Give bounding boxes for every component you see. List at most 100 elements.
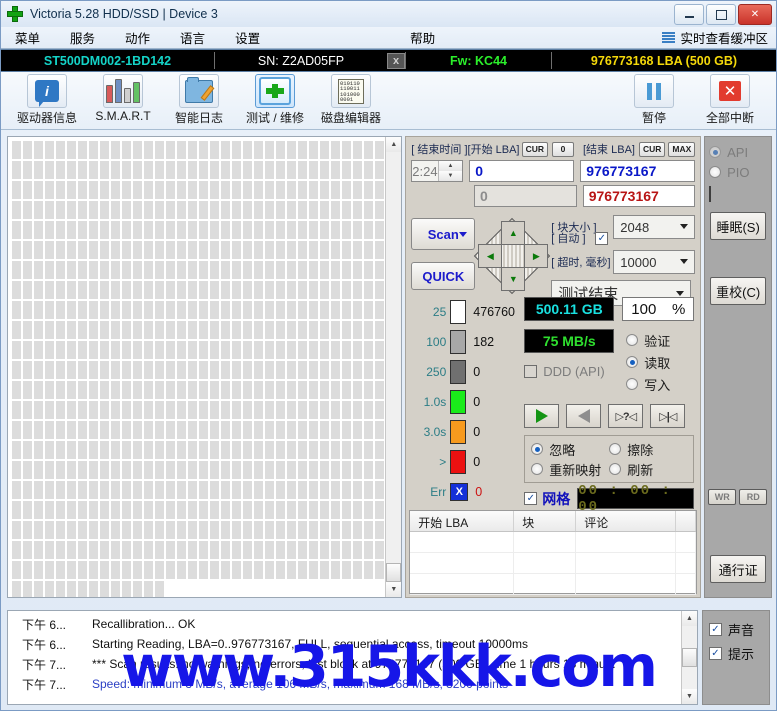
log-vertical-scrollbar[interactable]: ▲ ▼ [681, 611, 697, 704]
hint-checkbox[interactable]: ✓ [709, 646, 722, 660]
rd-button[interactable]: RD [739, 489, 768, 505]
surface-map-grid[interactable] [8, 137, 385, 597]
map-block [309, 441, 318, 459]
menu-help[interactable]: 帮助 [410, 28, 435, 47]
pause-button[interactable]: 暂停 [616, 74, 692, 126]
mode-write-radio[interactable] [626, 378, 639, 390]
surface-map-panel[interactable]: ▲ ▼ [7, 136, 403, 598]
hint-option[interactable]: ✓ 提示 [709, 641, 769, 665]
recalibrate-button[interactable]: 重校(C) [710, 277, 767, 305]
map-block [210, 401, 219, 419]
end-time-spinner[interactable]: 2:24 ▲ ▼ [411, 160, 464, 182]
spin-up-icon[interactable]: ▲ [438, 161, 463, 171]
map-block [133, 241, 142, 259]
pio-option[interactable]: PIO [709, 162, 767, 182]
menu-main[interactable]: 菜单 [15, 28, 40, 47]
direction-pad[interactable]: ▲ ◀ ▶ ▼ [474, 217, 551, 295]
maximize-button[interactable] [706, 4, 736, 25]
dpad-down-button[interactable]: ▼ [501, 267, 526, 291]
scroll-down-icon[interactable]: ▼ [386, 582, 402, 597]
quick-button[interactable]: QUICK [411, 262, 476, 290]
toolbar-disk-editor[interactable]: 010110 110011 101000 0001 磁盘编辑器 [313, 74, 389, 126]
api-option[interactable]: API [709, 142, 767, 162]
table-row[interactable] [410, 532, 697, 553]
action-erase[interactable]: 擦除 [609, 440, 687, 459]
step-query-button[interactable]: ▷?◁ [608, 404, 644, 428]
timeout-select[interactable]: 10000 [613, 250, 696, 274]
table-row[interactable] [410, 553, 697, 574]
spin-down-icon[interactable]: ▼ [438, 171, 463, 181]
action-refresh-radio[interactable] [609, 463, 622, 475]
block-size-select[interactable]: 2048 [613, 215, 696, 239]
toolbar-smart-log[interactable]: 智能日志 [161, 74, 237, 126]
drive-close-button[interactable]: x [387, 52, 405, 69]
log-row[interactable]: 下午 7... *** Scan results: no warnings, no… [8, 654, 681, 674]
stop-all-button[interactable]: ✕ 全部中断 [692, 74, 768, 126]
action-erase-radio[interactable] [609, 443, 622, 455]
skip-end-button[interactable]: ▷|◁ [650, 404, 686, 428]
realtime-buffer-button[interactable]: 实时查看缓冲区 [662, 28, 768, 47]
close-button[interactable]: ✕ [738, 4, 772, 25]
mode-verify-radio[interactable] [626, 334, 639, 346]
log-scroll-up-icon[interactable]: ▲ [682, 611, 697, 626]
play-forward-button[interactable] [524, 404, 560, 428]
log-list[interactable]: 下午 6... Recallibration... OK 下午 6... Starti… [7, 610, 698, 705]
action-ignore-radio[interactable] [531, 443, 544, 455]
table-row[interactable] [410, 574, 697, 595]
end-lba-input[interactable]: 976773167 [580, 160, 696, 182]
minimize-button[interactable] [674, 4, 704, 25]
pio-radio[interactable] [709, 166, 722, 178]
map-block [144, 321, 153, 339]
action-remap-radio[interactable] [531, 463, 544, 475]
log-scroll-thumb[interactable] [682, 648, 697, 667]
api-radio[interactable] [709, 146, 722, 158]
action-ignore[interactable]: 忽略 [531, 440, 609, 459]
passport-button[interactable]: 通行证 [710, 555, 767, 583]
menu-actions[interactable]: 动作 [125, 28, 150, 47]
start-lba-input[interactable]: 0 [469, 160, 575, 182]
sleep-button[interactable]: 睡眠(S) [710, 212, 767, 240]
mode-read-radio[interactable] [626, 356, 639, 368]
dpad-right-button[interactable]: ▶ [524, 244, 549, 268]
play-backward-button[interactable] [566, 404, 602, 428]
log-row[interactable]: 下午 6... Starting Reading, LBA=0..97677316… [8, 634, 681, 654]
auto-checkbox[interactable]: ✓ [595, 231, 609, 245]
action-remap[interactable]: 重新映射 [531, 460, 609, 479]
ddd-checkbox[interactable] [524, 365, 538, 378]
end-lba-max-button[interactable]: MAX [668, 141, 696, 157]
defect-table[interactable]: 开始 LBA 块 评论 [409, 510, 698, 595]
toolbar-drive-info[interactable]: i 驱动器信息 [9, 74, 85, 126]
toolbar-test-repair[interactable]: 测试 / 维修 [237, 74, 313, 126]
minimize-icon [684, 16, 694, 18]
map-block [23, 381, 32, 399]
start-lba-cur-button[interactable]: CUR [521, 141, 548, 157]
action-refresh[interactable]: 刷新 [609, 460, 687, 479]
map-block [265, 561, 274, 579]
map-block [254, 501, 263, 519]
log-scroll-down-icon[interactable]: ▼ [682, 689, 697, 704]
scroll-up-icon[interactable]: ▲ [386, 137, 402, 152]
start-lba-zero-button[interactable]: 0 [552, 141, 574, 157]
log-row[interactable]: 下午 6... Recallibration... OK [8, 614, 681, 634]
scan-button[interactable]: Scan [411, 218, 476, 250]
menu-settings[interactable]: 设置 [235, 28, 260, 47]
sound-option[interactable]: ✓ 声音 [709, 617, 769, 641]
menu-language[interactable]: 语言 [180, 28, 205, 47]
sound-checkbox[interactable]: ✓ [709, 622, 722, 636]
dpad-left-button[interactable]: ◀ [478, 244, 503, 268]
spinner-arrows[interactable]: ▲ ▼ [437, 161, 463, 181]
grid-checkbox[interactable]: ✓ [524, 492, 538, 505]
toolbar-smart[interactable]: S.M.A.R.T [85, 74, 161, 123]
legend-count: 0 [473, 425, 481, 439]
end-lba-cur-button[interactable]: CUR [638, 141, 666, 157]
map-block [375, 441, 384, 459]
dpad-up-button[interactable]: ▲ [501, 221, 526, 245]
map-vertical-scrollbar[interactable]: ▲ ▼ [385, 137, 402, 597]
scroll-thumb[interactable] [386, 563, 402, 582]
map-block [232, 141, 241, 159]
speed-readout: 75 MB/s [524, 329, 615, 353]
menu-service[interactable]: 服务 [70, 28, 95, 47]
legend-swatch [450, 360, 467, 384]
log-row[interactable]: 下午 7... Speed: minimum 3 MB/s, average 10… [8, 674, 681, 694]
wr-button[interactable]: WR [708, 489, 737, 505]
